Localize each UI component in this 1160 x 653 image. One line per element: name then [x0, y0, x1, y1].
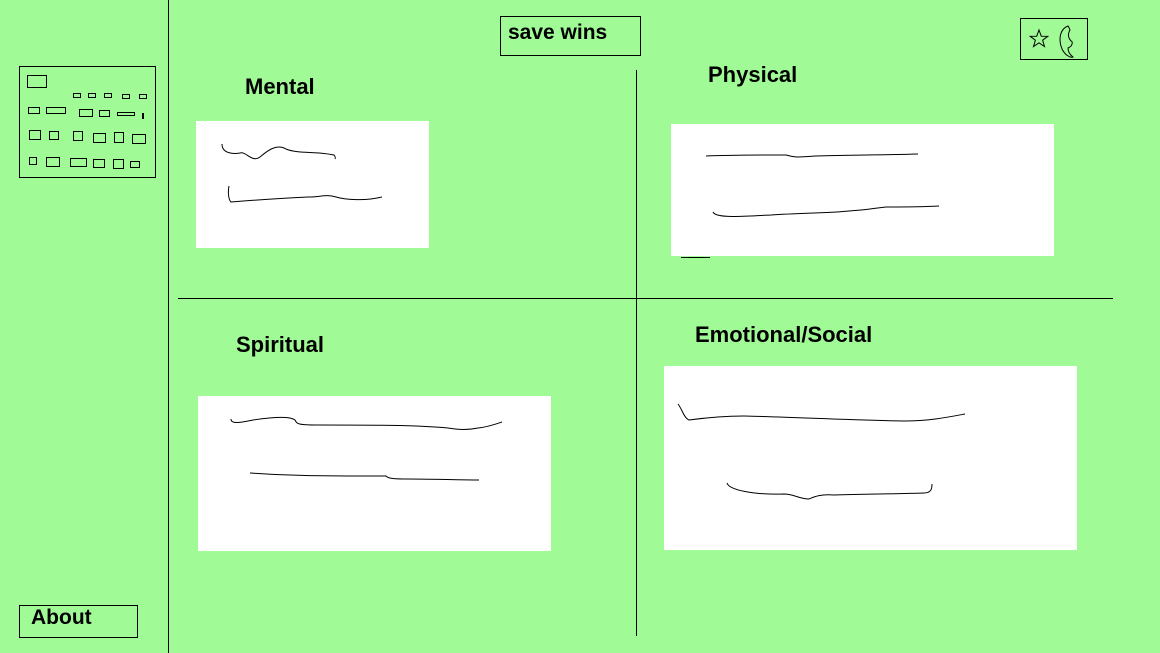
- calendar-day-cell[interactable]: [142, 113, 144, 119]
- calendar-day-cell[interactable]: [29, 157, 37, 165]
- calendar-day-cell[interactable]: [113, 159, 124, 169]
- calendar-day-cell[interactable]: [29, 130, 41, 140]
- scribble-line: [726, 482, 933, 500]
- calendar-day-cell[interactable]: [114, 132, 124, 143]
- emotional-social-entry-area[interactable]: [664, 366, 1077, 550]
- calendar-day-cell[interactable]: [73, 93, 81, 98]
- calendar-day-cell[interactable]: [79, 109, 93, 117]
- calendar-day-cell[interactable]: [117, 112, 135, 116]
- calendar-day-cell[interactable]: [104, 93, 112, 98]
- calendar-day-cell[interactable]: [73, 131, 83, 141]
- calendar-day-cell[interactable]: [132, 134, 146, 144]
- scribble-line: [249, 472, 480, 481]
- calendar-day-cell[interactable]: [70, 158, 87, 167]
- save-wins-button[interactable]: save wins: [500, 16, 641, 56]
- section-heading-mental: Mental: [245, 74, 315, 99]
- calendar-day-cell[interactable]: [88, 93, 96, 98]
- calendar-day-cell[interactable]: [99, 110, 110, 117]
- physical-entry-area[interactable]: [671, 124, 1054, 256]
- calendar-day-cell[interactable]: [46, 157, 60, 167]
- quadrant-divider-vertical: [636, 70, 637, 636]
- scribble-line: [677, 403, 966, 422]
- scribble-line: [221, 143, 336, 160]
- theme-toggle[interactable]: [1020, 18, 1088, 60]
- calendar-day-cell[interactable]: [139, 94, 147, 99]
- section-heading-spiritual: Spiritual: [236, 332, 325, 357]
- sidebar-divider: [168, 0, 169, 653]
- moon-icon[interactable]: [1059, 25, 1075, 58]
- calendar-header-cell: [27, 75, 47, 88]
- calendar-day-cell[interactable]: [46, 107, 66, 114]
- calendar-day-cell[interactable]: [49, 131, 59, 140]
- scribble-line: [230, 416, 503, 430]
- calendar-widget[interactable]: [19, 66, 156, 178]
- calendar-day-cell[interactable]: [93, 133, 106, 143]
- star-icon[interactable]: [1028, 28, 1050, 48]
- section-heading-physical: Physical: [708, 62, 798, 87]
- spiritual-entry-area[interactable]: [198, 396, 551, 551]
- calendar-day-cell[interactable]: [122, 94, 130, 99]
- scribble-line: [227, 185, 383, 203]
- mental-entry-area[interactable]: [196, 121, 429, 248]
- scribble-line: [705, 153, 919, 158]
- about-button[interactable]: About: [19, 605, 138, 638]
- calendar-day-cell[interactable]: [93, 159, 105, 168]
- physical-entry-underline: [681, 257, 710, 258]
- calendar-day-cell[interactable]: [130, 161, 140, 168]
- section-heading-emotional-social: Emotional/Social: [695, 322, 873, 347]
- quadrant-divider-horizontal: [178, 298, 1113, 299]
- calendar-day-cell[interactable]: [28, 107, 40, 114]
- scribble-line: [712, 205, 940, 217]
